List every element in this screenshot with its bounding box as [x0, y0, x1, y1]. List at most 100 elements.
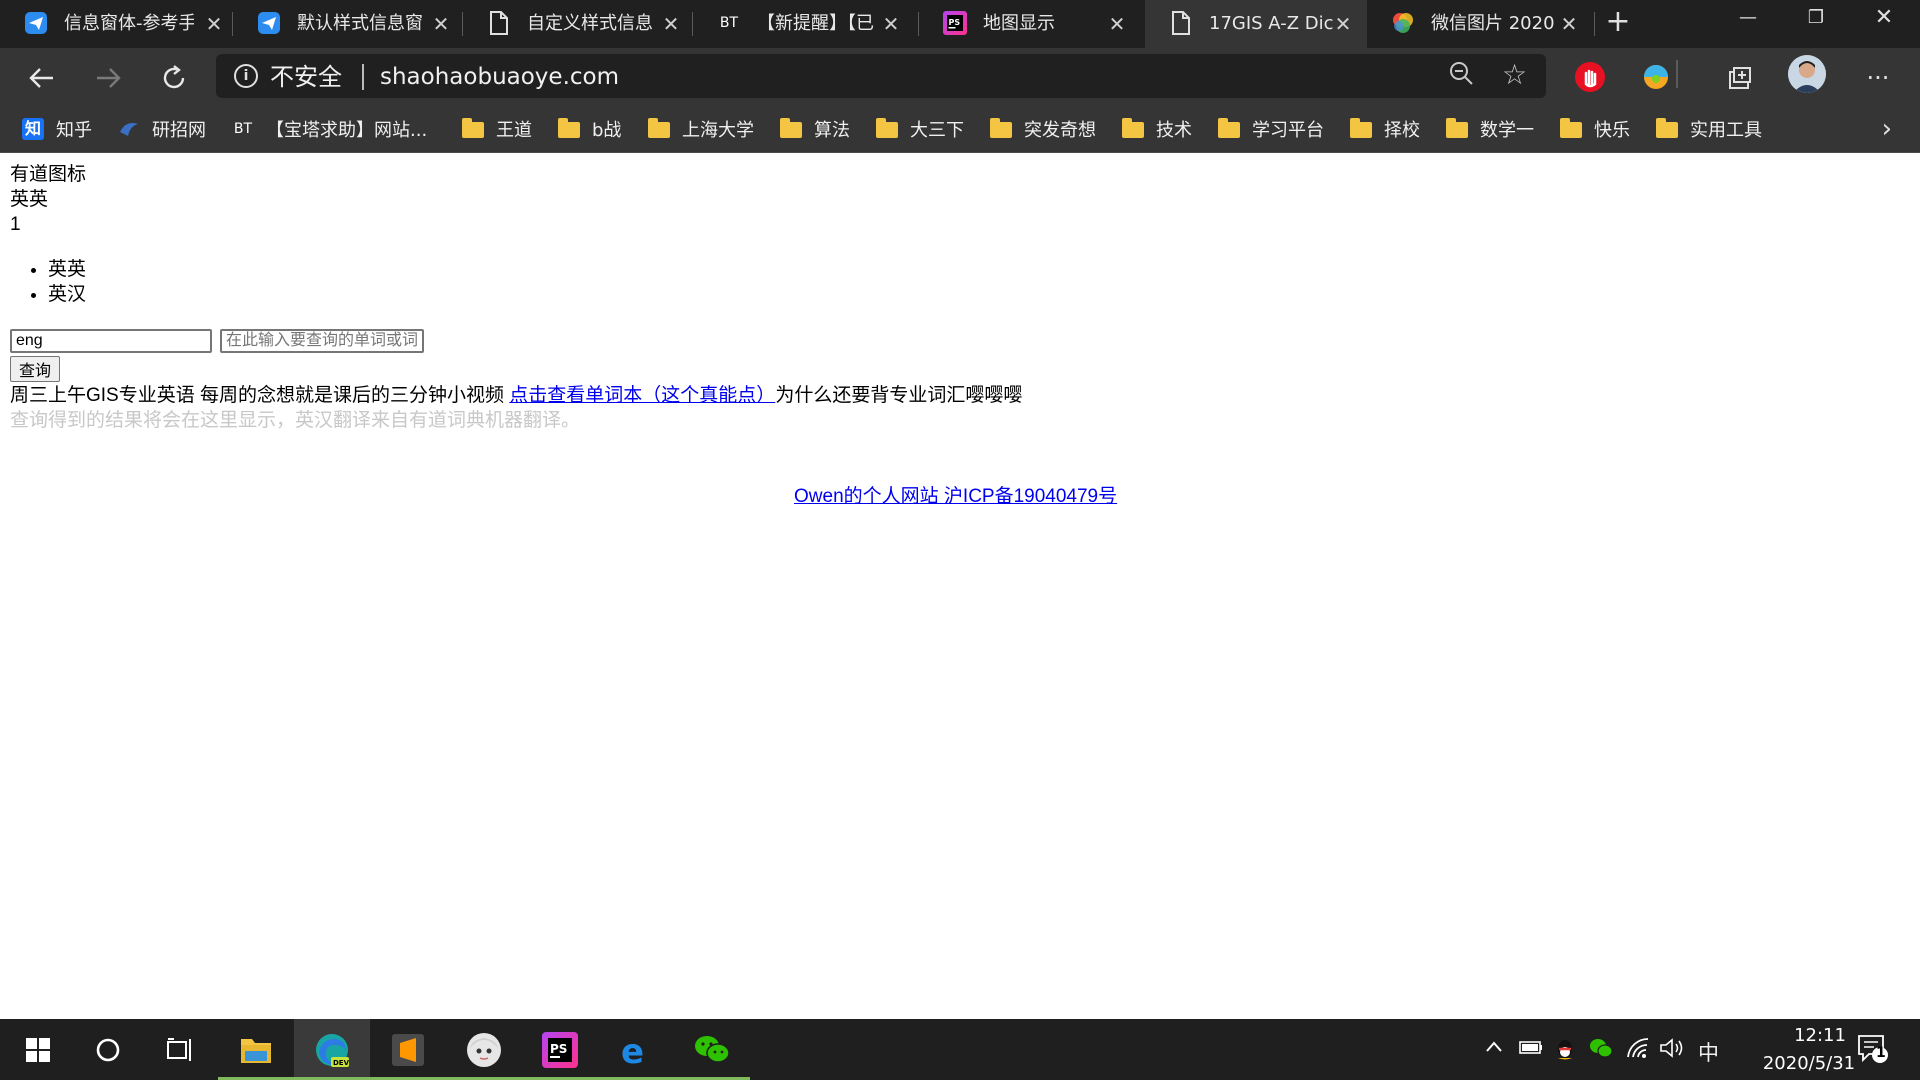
- phpstorm-icon[interactable]: PS: [522, 1019, 598, 1080]
- bookmark-folder-fun[interactable]: 快乐: [1560, 114, 1630, 144]
- anime-avatar-app-icon[interactable]: [446, 1019, 522, 1080]
- svg-text:e: e: [621, 1033, 644, 1067]
- footer-icp-link[interactable]: Owen的个人网站 沪ICP备19040479号: [794, 485, 1117, 509]
- document-icon: [1169, 11, 1193, 35]
- folder-icon: [1560, 118, 1582, 138]
- adblock-hand-icon[interactable]: [1575, 62, 1605, 92]
- tab-5-active[interactable]: 17GIS A-Z Dictio ✕: [1145, 0, 1367, 48]
- tab-4[interactable]: PS 地图显示 ✕: [919, 0, 1145, 48]
- language-input[interactable]: [10, 329, 212, 353]
- profile-avatar[interactable]: [1788, 55, 1826, 93]
- volume-icon[interactable]: [1658, 1037, 1684, 1064]
- tab-title: 17GIS A-Z Dictio: [1209, 13, 1333, 34]
- refresh-icon[interactable]: [154, 58, 194, 98]
- bookmark-folder-math[interactable]: 数学一: [1446, 114, 1534, 144]
- zoom-icon[interactable]: [1448, 60, 1474, 92]
- colorful-circles-icon: [1391, 11, 1415, 35]
- bookmark-label: 研招网: [152, 120, 206, 141]
- show-hidden-icons-chevron[interactable]: [1484, 1037, 1504, 1062]
- close-icon[interactable]: ✕: [1331, 12, 1355, 36]
- close-icon[interactable]: ✕: [202, 12, 226, 36]
- search-input[interactable]: [220, 329, 424, 353]
- sublime-text-icon[interactable]: [370, 1019, 446, 1080]
- svg-text:PS: PS: [949, 18, 961, 27]
- address-bar[interactable]: i 不安全 shaohaobuaoye.com ☆: [216, 54, 1546, 98]
- bookmark-folder-bzhan[interactable]: b战: [558, 114, 621, 144]
- tab-2[interactable]: 自定义样式信息 ✕: [463, 0, 689, 48]
- cortana-search-icon[interactable]: [70, 1019, 146, 1080]
- tab-3[interactable]: BT 【新提醒】【已 ✕: [693, 0, 919, 48]
- close-window-icon[interactable]: ✕: [1850, 0, 1918, 36]
- qq-penguin-icon[interactable]: [1554, 1037, 1576, 1066]
- edge-dev-icon[interactable]: DEV: [294, 1019, 370, 1080]
- wechat-icon[interactable]: [674, 1019, 750, 1080]
- favorite-star-icon[interactable]: ☆: [1502, 58, 1527, 91]
- bookmark-zhihu[interactable]: 知 知乎: [22, 114, 92, 144]
- bookmark-baota[interactable]: BT 【宝塔求助】网站...: [232, 114, 427, 144]
- bookmark-yanzhao[interactable]: 研招网: [118, 114, 206, 144]
- battery-icon[interactable]: [1518, 1037, 1544, 1062]
- chevron-right-icon[interactable]: ›: [1882, 114, 1892, 144]
- windows-start-icon[interactable]: [0, 1019, 76, 1080]
- bookmark-folder-tech[interactable]: 技术: [1122, 114, 1192, 144]
- close-icon[interactable]: ✕: [659, 12, 683, 36]
- close-icon[interactable]: ✕: [1105, 12, 1129, 36]
- bookmark-label: 择校: [1384, 120, 1420, 141]
- bookmark-folder-algorithm[interactable]: 算法: [780, 114, 850, 144]
- minimize-icon[interactable]: —: [1714, 0, 1782, 36]
- tab-title: 信息窗体-参考手: [64, 13, 194, 34]
- info-icon[interactable]: i: [234, 64, 258, 88]
- intro-paragraph: 周三上午GIS专业英语 每周的念想就是课后的三分钟小视频 点击查看单词本（这个真…: [10, 384, 1022, 408]
- tab-title: 地图显示: [983, 13, 1055, 34]
- bookmark-label: 上海大学: [682, 120, 754, 141]
- colorful-extension-icon[interactable]: [1641, 62, 1671, 92]
- list-item-yingying[interactable]: 英英: [48, 257, 86, 282]
- folder-icon: [1446, 118, 1468, 138]
- edge-legacy-icon[interactable]: e: [598, 1019, 674, 1080]
- forward-arrow-icon[interactable]: [88, 58, 128, 98]
- bookmark-folder-ideas[interactable]: 突发奇想: [990, 114, 1096, 144]
- restore-icon[interactable]: ❐: [1782, 0, 1850, 36]
- wifi-icon[interactable]: [1626, 1037, 1650, 1064]
- list-item-yinghan[interactable]: 英汉: [48, 282, 86, 307]
- back-arrow-icon[interactable]: [22, 58, 62, 98]
- ime-indicator[interactable]: 中: [1698, 1037, 1719, 1067]
- query-button[interactable]: 查询: [10, 356, 61, 382]
- folder-icon: [1656, 118, 1678, 138]
- tab-title: 微信图片 20200: [1431, 13, 1555, 34]
- yanzhao-icon: [118, 118, 140, 140]
- bookmark-folder-shanghai[interactable]: 上海大学: [648, 114, 754, 144]
- bookmark-folder-junior[interactable]: 大三下: [876, 114, 964, 144]
- folder-icon: [1350, 118, 1372, 138]
- phpstorm-icon: PS: [943, 11, 967, 35]
- task-view-icon[interactable]: [142, 1019, 218, 1080]
- intro-text: 周三上午GIS专业英语 每周的念想就是课后的三分钟小视频: [10, 385, 510, 406]
- tab-1[interactable]: 默认样式信息窗 ✕: [233, 0, 459, 48]
- url-text[interactable]: shaohaobuaoye.com: [380, 62, 619, 92]
- security-status[interactable]: 不安全: [270, 62, 342, 92]
- tab-6[interactable]: 微信图片 20200 ✕: [1367, 0, 1593, 48]
- close-icon[interactable]: ✕: [879, 12, 903, 36]
- bookmark-folder-study[interactable]: 学习平台: [1218, 114, 1324, 144]
- bookmark-folder-wangdao[interactable]: 王道: [462, 114, 532, 144]
- more-options-icon[interactable]: ···: [1858, 58, 1898, 98]
- wechat-tray-icon[interactable]: [1588, 1037, 1614, 1064]
- tab-0[interactable]: 信息窗体-参考手 ✕: [0, 0, 230, 48]
- file-explorer-icon[interactable]: [218, 1019, 294, 1080]
- paper-plane-icon: [257, 11, 281, 35]
- close-icon[interactable]: ✕: [429, 12, 453, 36]
- tab-title: 自定义样式信息: [527, 13, 653, 34]
- bookmark-label: 知乎: [56, 120, 92, 141]
- bookmark-label: 大三下: [910, 120, 964, 141]
- mode-label: 英英: [10, 189, 49, 210]
- bt-icon: BT: [719, 15, 739, 31]
- collections-icon[interactable]: [1720, 58, 1760, 98]
- close-icon[interactable]: ✕: [1557, 12, 1581, 36]
- wordbook-link[interactable]: 点击查看单词本（这个真能点）: [509, 385, 775, 406]
- bookmark-label: 数学一: [1480, 120, 1534, 141]
- folder-icon: [1218, 118, 1240, 138]
- bookmark-folder-school[interactable]: 择校: [1350, 114, 1420, 144]
- notification-center-icon[interactable]: 1: [1856, 1033, 1890, 1070]
- bookmark-folder-tools[interactable]: 实用工具: [1656, 114, 1762, 144]
- new-tab-plus-icon[interactable]: +: [1598, 2, 1638, 42]
